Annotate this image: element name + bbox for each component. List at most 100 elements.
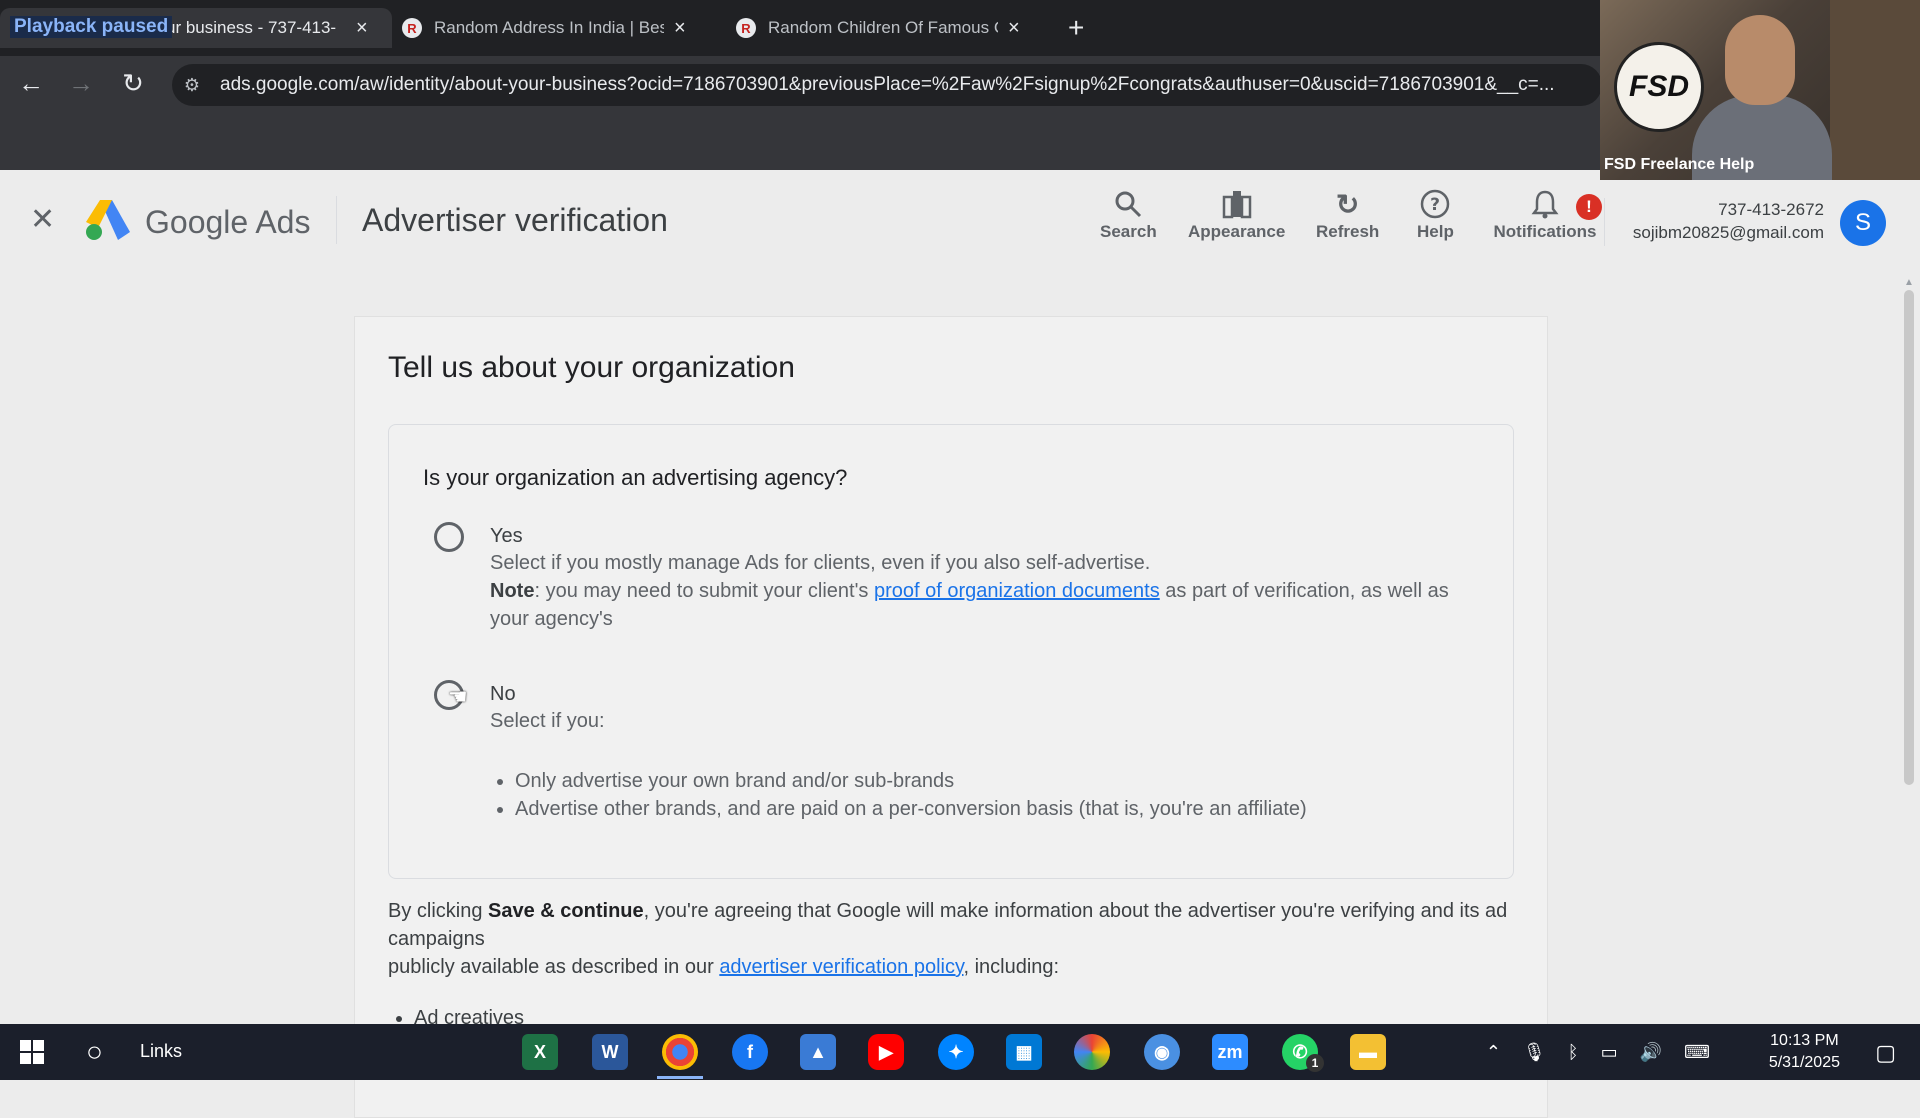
consent-text: By clicking Save & continue, you're agre… [388, 897, 1528, 981]
youtube-icon[interactable]: ▶ [868, 1034, 904, 1070]
windows-taskbar: ○ Links X W f ▲ ▶ ✦ ▦ ◉ zm ✆ 1 ▬ ⌃ 🎙 ᛒ ▭… [0, 1024, 1920, 1080]
help-icon: ? [1420, 186, 1450, 222]
colorful-app-icon[interactable] [1074, 1034, 1110, 1070]
browser-tab-random-children[interactable]: R Random Children Of Famous C × [736, 8, 1046, 48]
agency-question-box: Is your organization an advertising agen… [388, 424, 1514, 879]
notification-center-icon[interactable]: ▢ [1875, 1040, 1896, 1066]
zoom-icon[interactable]: zm [1212, 1034, 1248, 1070]
organization-card: Tell us about your organization Is your … [354, 316, 1548, 1118]
bell-icon [1531, 186, 1559, 222]
tab-close-icon[interactable]: × [356, 17, 368, 40]
search-button[interactable]: Search [1100, 186, 1157, 242]
yes-label[interactable]: Yes [490, 525, 523, 548]
page-title: Advertiser verification [362, 202, 668, 238]
forward-arrow-icon[interactable]: → [64, 68, 98, 99]
google-ads-logo-icon [86, 200, 130, 240]
system-tray: ⌃ 🎙 ᛒ ▭ 🔊 ⌨ [1486, 1042, 1710, 1063]
app-icon[interactable]: ◉ [1144, 1034, 1180, 1070]
playback-paused-overlay: Playback paused [10, 16, 173, 38]
consent-line2: publicly available as described in our [388, 956, 720, 978]
list-item: Only advertise your own brand and/or sub… [515, 767, 1307, 795]
svg-text:?: ? [1430, 195, 1440, 215]
yes-note: Note: you may need to submit your client… [490, 577, 1490, 633]
clock-date: 5/31/2025 [1768, 1054, 1840, 1071]
tab-title: Random Children Of Famous C [768, 18, 998, 37]
consent-bold: Save & continue [488, 900, 644, 922]
google-ads-brand: Google Ads [145, 204, 311, 240]
notifications-label: Notifications [1493, 222, 1597, 241]
yes-description: Select if you mostly manage Ads for clie… [490, 549, 1490, 633]
header-divider [1604, 198, 1605, 246]
webcam-overlay: FSD FSD Freelance Help [1600, 0, 1920, 180]
avatar[interactable]: S [1840, 200, 1886, 246]
close-icon[interactable]: ✕ [30, 202, 55, 237]
notifications-button[interactable]: Notifications ! [1480, 186, 1610, 242]
keyboard-icon[interactable]: ⌨ [1684, 1042, 1710, 1063]
back-arrow-icon[interactable]: ← [14, 68, 48, 99]
file-explorer-icon[interactable]: ▬ [1350, 1034, 1386, 1070]
yes-radio[interactable] [434, 522, 464, 552]
taskbar-clock[interactable]: 10:13 PM 5/31/2025 [1769, 1030, 1840, 1074]
card-title: Tell us about your organization [388, 351, 795, 384]
appearance-label: Appearance [1188, 222, 1286, 241]
reload-icon[interactable]: ↻ [116, 68, 150, 99]
r-favicon-icon: R [402, 18, 422, 38]
new-tab-plus-icon[interactable]: + [1068, 12, 1084, 44]
network-icon[interactable]: ▭ [1601, 1042, 1618, 1063]
tab-title: Random Address In India | Best [434, 18, 664, 37]
excel-icon[interactable]: X [522, 1034, 558, 1070]
help-label: Help [1417, 222, 1454, 241]
no-label[interactable]: No [490, 683, 516, 706]
bluetooth-icon[interactable]: ᛒ [1568, 1042, 1579, 1063]
refresh-button[interactable]: ↻ Refresh [1316, 186, 1379, 242]
chevron-up-icon[interactable]: ⌃ [1486, 1042, 1501, 1063]
microphone-icon[interactable]: 🎙 [1523, 1042, 1546, 1063]
policy-link[interactable]: advertiser verification policy [719, 956, 963, 978]
messenger-icon[interactable]: ✦ [938, 1034, 974, 1070]
volume-icon[interactable]: 🔊 [1640, 1042, 1662, 1063]
mouse-cursor-icon: ☚ [448, 684, 468, 709]
consent-line2-end: , including: [963, 956, 1060, 978]
notification-badge: ! [1576, 194, 1602, 220]
chrome-icon[interactable] [662, 1034, 698, 1070]
clock-time: 10:13 PM [1770, 1032, 1839, 1049]
no-description: Select if you: [490, 710, 605, 732]
browser-tab-random-address[interactable]: R Random Address In India | Best × [402, 8, 712, 48]
facebook-icon[interactable]: f [732, 1034, 768, 1070]
list-item: Advertise other brands, and are paid on … [515, 795, 1307, 823]
windows-start-icon[interactable] [20, 1040, 44, 1064]
ads-header: ✕ Google Ads Advertiser verification Sea… [0, 170, 1920, 270]
site-settings-icon[interactable]: ⚙ [182, 75, 202, 96]
no-bullet-list: Only advertise your own brand and/or sub… [489, 767, 1307, 823]
yes-desc-text: Select if you mostly manage Ads for clie… [490, 552, 1151, 574]
note-text: : you may need to submit your client's [534, 580, 874, 602]
background-shelf [1830, 0, 1920, 180]
url-text[interactable]: ads.google.com/aw/identity/about-your-bu… [220, 74, 1600, 96]
store-icon[interactable]: ▦ [1006, 1034, 1042, 1070]
photos-icon[interactable]: ▲ [800, 1034, 836, 1070]
appearance-icon [1222, 186, 1252, 222]
agency-question: Is your organization an advertising agen… [423, 465, 848, 490]
appearance-button[interactable]: Appearance [1188, 186, 1285, 242]
scrollbar[interactable] [1904, 290, 1914, 785]
tab-close-icon[interactable]: × [674, 17, 686, 40]
refresh-icon: ↻ [1335, 188, 1360, 220]
header-divider [336, 196, 337, 244]
account-phone: 737-413-2672 [1718, 200, 1824, 219]
tab-close-icon[interactable]: × [1008, 17, 1020, 40]
note-label: Note [490, 580, 535, 602]
account-email: sojibm20825@gmail.com [1632, 223, 1824, 242]
search-icon [1114, 186, 1142, 222]
address-bar[interactable]: ⚙ ads.google.com/aw/identity/about-your-… [172, 64, 1602, 106]
taskbar-links[interactable]: Links [140, 1041, 182, 1062]
help-button[interactable]: ? Help [1417, 186, 1454, 242]
taskbar-search-icon[interactable]: ○ [86, 1036, 103, 1068]
account-info[interactable]: 737-413-2672 sojibm20825@gmail.com [1633, 198, 1824, 244]
proof-docs-link[interactable]: proof of organization documents [874, 580, 1160, 602]
refresh-label: Refresh [1316, 222, 1380, 241]
r-favicon-icon: R [736, 18, 756, 38]
tab-title: ur business - 737-413- [166, 18, 337, 37]
scroll-up-arrow-icon[interactable]: ▲ [1904, 277, 1914, 288]
presenter-face [1725, 15, 1795, 105]
word-icon[interactable]: W [592, 1034, 628, 1070]
